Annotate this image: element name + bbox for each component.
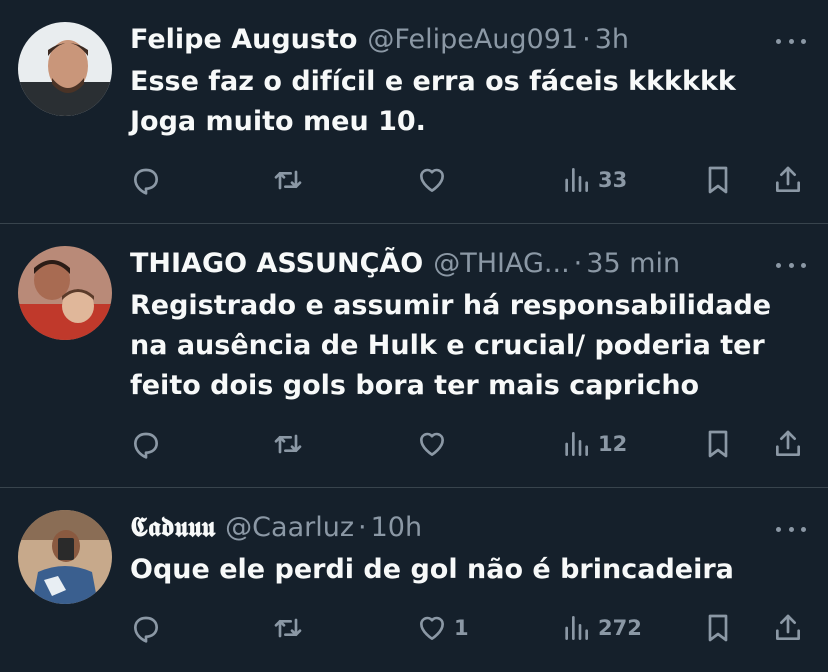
tweet[interactable]: 𝕮𝖆𝖉𝖚𝖚𝖚 @Caarluz · 10h Oque ele perdi de gol… — [0, 488, 828, 672]
retweet-button[interactable] — [272, 424, 304, 464]
retweet-button[interactable] — [272, 160, 304, 200]
heart-icon — [420, 432, 444, 456]
timestamp[interactable]: 10h — [371, 512, 422, 543]
share-icon — [776, 614, 800, 640]
retweet-button[interactable] — [272, 608, 304, 648]
like-button[interactable] — [416, 160, 454, 200]
like-button[interactable]: 1 — [416, 608, 469, 648]
views-button[interactable]: 272 — [560, 608, 642, 648]
separator: · — [573, 248, 583, 279]
more-icon[interactable] — [776, 26, 806, 56]
tweet-header: Felipe Augusto @FelipeAug091 · 3h — [130, 20, 748, 60]
share-button[interactable] — [772, 424, 804, 464]
bookmark-icon — [708, 430, 728, 458]
reply-icon — [134, 432, 158, 459]
bookmark-icon — [708, 166, 728, 194]
share-button[interactable] — [772, 160, 804, 200]
reply-button[interactable] — [130, 160, 162, 200]
tweet[interactable]: THIAGO ASSUNÇÃO @THIAG... · 35 min Registra… — [0, 224, 828, 488]
retweet-icon — [274, 434, 302, 454]
user-handle[interactable]: @FelipeAug091 — [367, 24, 578, 55]
views-icon — [565, 432, 588, 456]
view-count: 33 — [598, 168, 628, 192]
heart-icon — [420, 616, 444, 640]
tweet-header: THIAGO ASSUNÇÃO @THIAG... · 35 min — [130, 244, 748, 284]
retweet-icon — [274, 170, 302, 190]
tweet-text: Registrado e assumir há responsabilidade… — [130, 290, 772, 401]
bookmark-button[interactable] — [702, 608, 734, 648]
action-bar: 12 — [130, 424, 808, 464]
reply-button[interactable] — [130, 424, 162, 464]
views-icon — [565, 168, 588, 192]
reply-feed: Felipe Augusto @FelipeAug091 · 3h Esse faz … — [0, 0, 828, 672]
more-icon[interactable] — [776, 250, 806, 280]
avatar[interactable] — [18, 246, 112, 340]
user-handle[interactable]: @Caarluz — [225, 512, 354, 543]
share-button[interactable] — [772, 608, 804, 648]
timestamp[interactable]: 35 min — [586, 248, 680, 279]
reply-icon — [134, 168, 158, 195]
avatar[interactable] — [18, 22, 112, 116]
separator: · — [582, 24, 591, 55]
tweet[interactable]: Felipe Augusto @FelipeAug091 · 3h Esse faz … — [0, 0, 828, 224]
views-icon — [565, 616, 588, 640]
display-name[interactable]: THIAGO ASSUNÇÃO — [130, 248, 423, 279]
avatar[interactable] — [18, 510, 112, 604]
view-count: 272 — [598, 616, 642, 640]
retweet-icon — [274, 618, 302, 638]
tweet-text: Oque ele perdi de gol não é brincadeira — [130, 554, 734, 585]
separator: · — [358, 512, 367, 543]
share-icon — [776, 430, 800, 456]
views-button[interactable]: 33 — [560, 160, 627, 200]
heart-icon — [420, 168, 444, 192]
user-handle[interactable]: @THIAG... — [433, 248, 569, 279]
share-icon — [776, 166, 800, 192]
bookmark-icon — [708, 614, 728, 642]
tweet-header: 𝕮𝖆𝖉𝖚𝖚𝖚 @Caarluz · 10h — [130, 508, 748, 548]
views-button[interactable]: 12 — [560, 424, 627, 464]
display-name[interactable]: 𝕮𝖆𝖉𝖚𝖚𝖚 — [130, 512, 215, 543]
tweet-text: Esse faz o difícil e erra os fáceis kkkk… — [130, 66, 736, 137]
more-icon[interactable] — [776, 514, 806, 544]
action-bar: 33 — [130, 160, 808, 200]
like-count: 1 — [454, 616, 469, 640]
timestamp[interactable]: 3h — [595, 24, 629, 55]
display-name[interactable]: Felipe Augusto — [130, 24, 357, 55]
bookmark-button[interactable] — [702, 424, 734, 464]
action-bar: 1 272 — [130, 608, 808, 648]
like-button[interactable] — [416, 424, 454, 464]
view-count: 12 — [598, 432, 628, 456]
bookmark-button[interactable] — [702, 160, 734, 200]
reply-icon — [134, 616, 158, 643]
reply-button[interactable] — [130, 608, 162, 648]
